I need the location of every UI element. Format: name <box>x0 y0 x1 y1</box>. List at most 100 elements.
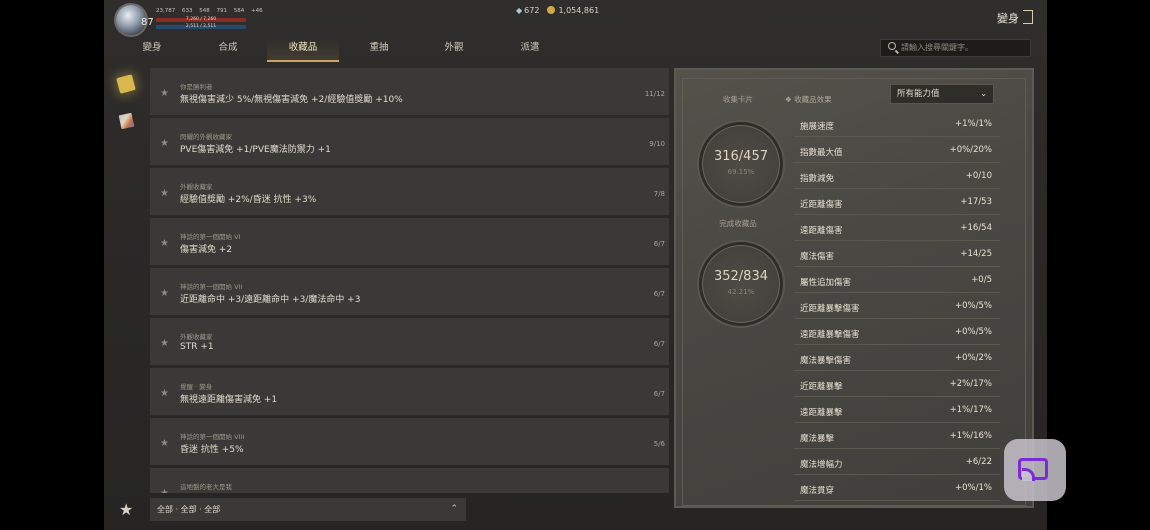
transform-label: 變身 <box>997 12 1019 25</box>
effect-value: +2%/17% <box>949 379 992 389</box>
stat-value: 23,787 <box>156 8 176 14</box>
star-icon[interactable]: ★ <box>160 288 169 299</box>
effect-name: 屬性追加傷害 <box>800 278 852 288</box>
search-icon <box>888 42 896 50</box>
effect-name: 魔法傷害 <box>800 252 835 262</box>
tab-dispatch[interactable]: 派遣 <box>494 38 566 60</box>
hp-text: 7,260 / 7,260 <box>185 17 217 22</box>
collection-card-icon[interactable] <box>116 74 136 94</box>
cast-button[interactable] <box>1004 439 1066 501</box>
cards-label: 收集卡片 <box>723 95 753 104</box>
effect-name: 近距離傷害 <box>800 200 843 210</box>
filter-label: 全部 · 全部 · 全部 <box>157 505 221 514</box>
search-placeholder: 請輸入搜尋關鍵字。 <box>901 43 973 52</box>
effect-row: 施展速度 +1%/1% <box>794 116 1000 137</box>
star-icon[interactable]: ★ <box>160 88 169 99</box>
gold-count: 1,054,861 <box>558 6 600 15</box>
collection-category: 神話的第一個開始 VI <box>180 233 241 241</box>
status-bar: 87 23,787 633 548 791 584 +46 7,260 / 7,… <box>104 0 1047 36</box>
tab-collection[interactable]: 收藏品 <box>267 38 339 62</box>
list-item[interactable]: ★ 神話的第一個開始 VI 傷害減免 +2 6/7 <box>150 218 669 266</box>
complete-progress-ring: 352/834 42.21% <box>699 242 783 326</box>
effects-title-text: 收藏品效果 <box>794 95 832 104</box>
cards-value: 316/457 <box>713 149 768 164</box>
collection-category: 這地盤的老大是我 <box>180 483 232 491</box>
effect-value: +0%/5% <box>955 327 992 337</box>
collection-category: 外觀收藏家 <box>180 183 213 191</box>
effect-value: +1%/17% <box>949 405 992 415</box>
filter-dropdown[interactable]: 全部 · 全部 · 全部 ⌃ <box>150 498 466 521</box>
favorite-star-icon[interactable]: ★ <box>119 500 133 519</box>
collection-category: 神話的第一個開始 VII <box>180 283 243 291</box>
list-item[interactable]: ★ 神話的第一個開始 VII 近距離命中 +3/遠距離命中 +3/魔法命中 +3… <box>150 268 669 316</box>
effect-value: +0%/20% <box>949 145 992 155</box>
list-item[interactable]: ★ 閃耀的外觀收藏家 PVE傷害減免 +1/PVE魔法防禦力 +1 9/10 <box>150 118 669 166</box>
stat-value: 791 <box>216 8 228 14</box>
effect-value: +6/22 <box>965 457 992 467</box>
collection-effect: 昏迷 抗性 +5% <box>180 445 244 455</box>
effect-value: +0/10 <box>965 171 992 181</box>
cards-progress-ring: 316/457 69.15% <box>699 122 783 206</box>
effect-row: 魔法暴擊 +1%/16% <box>794 428 1000 449</box>
gem-icon: ◆ <box>516 6 523 15</box>
game-screen: 87 23,787 633 548 791 584 +46 7,260 / 7,… <box>104 0 1047 530</box>
star-icon[interactable]: ★ <box>160 238 169 249</box>
tab-transform[interactable]: 變身 <box>116 38 188 60</box>
collection-effect: 傷害減免 +2 <box>180 245 233 255</box>
collection-list[interactable]: ★ 你是勝利者 無視傷害減少 5%/無視傷害減免 +2/經驗值獎勵 +10% 1… <box>150 68 669 493</box>
star-icon[interactable]: ★ <box>160 438 169 449</box>
search-input[interactable]: 請輸入搜尋關鍵字。 <box>880 39 1031 57</box>
hp-bar: 7,260 / 7,260 <box>156 17 246 22</box>
effect-row: 指數減免 +0/10 <box>794 168 1000 189</box>
effect-value: +1%/1% <box>955 119 992 129</box>
star-icon[interactable]: ★ <box>160 338 169 349</box>
collection-count: 6/7 <box>653 340 665 348</box>
effect-name: 遠距離暴擊傷害 <box>800 330 860 340</box>
effect-row: 屬性追加傷害 +0/5 <box>794 272 1000 293</box>
list-item[interactable]: ★ 覺醒 · 變身 無視遠距離傷害減免 +1 6/7 <box>150 368 669 416</box>
effect-row: 指數最大值 +0%/20% <box>794 142 1000 163</box>
list-item[interactable]: ★ 這地盤的老大是我 <box>150 468 669 493</box>
effect-row: 遠距離暴擊 +1%/17% <box>794 402 1000 423</box>
chevron-down-icon: ⌄ <box>980 89 987 98</box>
effect-name: 魔法暴擊 <box>800 434 835 444</box>
transform-button[interactable]: 變身 <box>997 10 1033 26</box>
collection-count: 11/12 <box>644 90 665 98</box>
tab-reroll[interactable]: 重抽 <box>343 38 415 60</box>
list-item[interactable]: ★ 外觀收藏家 STR +1 6/7 <box>150 318 669 366</box>
chevron-up-icon: ⌃ <box>450 504 458 514</box>
complete-value: 352/834 <box>713 269 768 284</box>
collection-count: 6/7 <box>653 390 665 398</box>
collection-effect: 經驗值獎勵 +2%/昏迷 抗性 +3% <box>180 195 317 205</box>
collection-category: 你是勝利者 <box>180 83 213 91</box>
star-icon[interactable]: ★ <box>160 388 169 399</box>
star-icon[interactable]: ★ <box>160 488 169 493</box>
collection-count: 7/8 <box>653 190 665 198</box>
dropdown-value: 所有能力值 <box>897 89 940 99</box>
effect-row: 近距離暴擊傷害 +0%/5% <box>794 298 1000 319</box>
effect-row: 魔法傷害 +14/25 <box>794 246 1000 267</box>
complete-label: 完成收藏品 <box>719 219 757 228</box>
gold-coin-icon <box>547 6 556 14</box>
effect-name: 施展速度 <box>800 122 835 132</box>
exit-icon <box>1023 10 1033 24</box>
effect-name: 遠距離暴擊 <box>800 408 843 418</box>
list-item[interactable]: ★ 外觀收藏家 經驗值獎勵 +2%/昏迷 抗性 +3% 7/8 <box>150 168 669 216</box>
stat-filter-dropdown[interactable]: 所有能力值 ⌄ <box>890 84 994 104</box>
list-item[interactable]: ★ 你是勝利者 無視傷害減少 5%/無視傷害減免 +2/經驗值獎勵 +10% 1… <box>150 68 669 116</box>
list-item[interactable]: ★ 神話的第一個開始 VIII 昏迷 抗性 +5% 5/6 <box>150 418 669 466</box>
tab-appearance[interactable]: 外觀 <box>418 38 490 60</box>
collection-summary-panel: 收集卡片 316/457 69.15% 完成收藏品 352/834 42.21%… <box>674 68 1034 508</box>
tab-synthesis[interactable]: 合成 <box>192 38 264 60</box>
star-icon[interactable]: ★ <box>160 188 169 199</box>
effects-title: ❖ 收藏品效果 <box>785 95 832 104</box>
effect-value: +0%/5% <box>955 301 992 311</box>
appearance-card-icon[interactable] <box>118 112 135 130</box>
effect-name: 遠距離傷害 <box>800 226 843 236</box>
stat-value: +46 <box>251 8 263 14</box>
effect-name: 魔法貫穿 <box>800 486 835 496</box>
mp-bar: 2,511 / 2,511 <box>156 24 246 29</box>
effect-value: +14/25 <box>960 249 992 259</box>
star-icon[interactable]: ★ <box>160 138 169 149</box>
effect-name: 近距離暴擊 <box>800 382 843 392</box>
